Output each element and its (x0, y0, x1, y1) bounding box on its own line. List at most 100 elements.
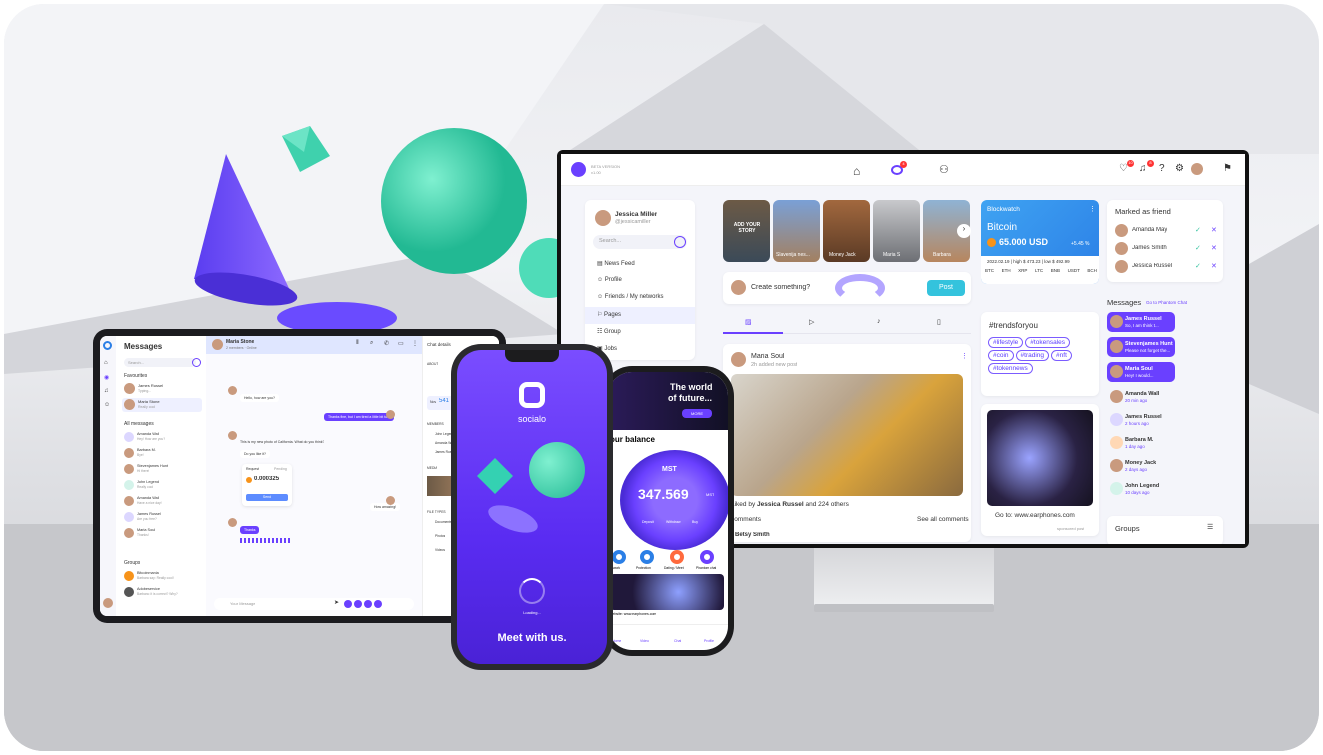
search-icon[interactable] (674, 236, 686, 248)
document-icon[interactable]: ▯ (937, 318, 941, 326)
tab-home[interactable]: Home (612, 639, 621, 643)
user-avatar[interactable] (1191, 163, 1203, 175)
gear-icon[interactable]: ⚙ (1175, 163, 1184, 174)
search-icon[interactable]: ⌕ (370, 340, 373, 347)
coin-bch[interactable]: BCH (1087, 268, 1097, 273)
decline-x-icon[interactable]: ✕ (1211, 226, 1217, 234)
message-input[interactable]: Your Message ➤ (214, 598, 414, 610)
tab-chat[interactable]: Chat (674, 639, 681, 643)
image-icon[interactable]: ▨ (745, 318, 752, 326)
user-avatar[interactable] (103, 598, 113, 608)
accept-check-icon[interactable]: ✓ (1195, 244, 1201, 252)
columns-icon[interactable]: ⦀ (356, 340, 359, 347)
message-item[interactable]: James Russel 2 hours ago (1107, 410, 1175, 430)
chat-item[interactable]: John Legend Really cool (122, 479, 202, 492)
chat-item[interactable]: Maria Soul Thanks! (122, 527, 202, 540)
message-item[interactable]: Barbara M. 1 day ago (1107, 433, 1175, 453)
action-buy[interactable]: Buy (692, 520, 698, 524)
message-item-active[interactable]: James Russel So, I am think t... (1107, 312, 1175, 332)
group-item[interactable]: Adobeservice Barbara: it is correct? Why? (122, 586, 202, 599)
chat-icon[interactable]: ◉ (104, 374, 109, 381)
trend-tag[interactable]: #lifestyle (988, 337, 1024, 348)
network-icon[interactable] (612, 550, 626, 564)
filter-icon[interactable]: ☰ (1207, 523, 1213, 531)
coin-usdt[interactable]: USDT (1068, 268, 1080, 273)
action-deposit[interactable]: Deposit (642, 520, 654, 524)
likes-name[interactable]: Jessica Russel (757, 501, 804, 508)
message-item[interactable]: John Legend 10 days ago (1107, 479, 1175, 499)
fav-item[interactable]: Maria Stone Really cool (122, 398, 202, 412)
more-icon[interactable]: ⋮ (412, 340, 418, 347)
story-card[interactable]: Slavenija nes... (773, 200, 820, 262)
trend-tag[interactable]: #tokensales (1025, 337, 1070, 348)
image-icon[interactable] (364, 600, 372, 608)
add-friend-icon[interactable]: ⚇ (939, 163, 949, 176)
decline-x-icon[interactable]: ✕ (1211, 262, 1217, 270)
trend-tag[interactable]: #trading (1015, 350, 1050, 361)
chat-item[interactable]: James Russel Are you free? (122, 511, 202, 524)
send-icon[interactable]: ➤ (334, 599, 339, 606)
menu-icon[interactable]: ⚑ (1223, 163, 1232, 174)
fav-item[interactable]: James Russel Typing... (122, 382, 202, 396)
crypto-options-icon[interactable]: ⋮ (1089, 205, 1096, 213)
tab-video[interactable]: Video (640, 639, 649, 643)
bell-icon[interactable]: ♫ (104, 388, 109, 394)
message-item[interactable]: Money Jack 2 days ago (1107, 456, 1175, 476)
post-photo[interactable] (731, 374, 963, 496)
video-icon[interactable]: ▷ (809, 318, 814, 326)
chat-item[interactable]: Stevenjames Hunt Hi there! (122, 463, 202, 476)
phone-icon[interactable]: ✆ (384, 340, 389, 347)
create-post-input[interactable]: Create something? (751, 284, 810, 291)
chat-item[interactable]: Amanda Wall Have a nice day! (122, 495, 202, 508)
menu-search-input[interactable]: Search... (593, 235, 687, 249)
group-item[interactable]: Bitcoinmania Barbara say: Really cool! (122, 570, 202, 583)
file-type[interactable]: Documents (435, 520, 452, 524)
profile-avatar[interactable] (595, 210, 611, 226)
user-icon[interactable]: ☺ (104, 402, 110, 408)
ad-caption[interactable]: Go to: www.earphones.com (995, 512, 1075, 519)
home-icon[interactable]: ⌂ (104, 360, 108, 366)
banner-more-button[interactable]: MORE (682, 409, 712, 418)
see-all-comments-link[interactable]: See all comments (917, 516, 969, 523)
chat-item[interactable]: Amanda Wall Hey! How are you? (122, 431, 202, 444)
coin-eth[interactable]: ETH (1002, 268, 1011, 273)
ad-image-earphones[interactable] (610, 574, 724, 610)
ad-line[interactable]: website: www.earphones.com (610, 612, 656, 616)
accept-check-icon[interactable]: ✓ (1195, 226, 1201, 234)
mic-icon[interactable] (374, 600, 382, 608)
coin-ltc[interactable]: LTC (1035, 268, 1043, 273)
menu-item-group[interactable]: ☷ Group (585, 324, 695, 341)
app-logo[interactable] (571, 162, 586, 177)
send-button[interactable]: Send (246, 494, 288, 501)
chat-search-input[interactable]: Search... (124, 358, 196, 367)
phantom-chat-link[interactable]: Go to Phantom Chat (1146, 300, 1187, 305)
ad-image-earphones[interactable] (987, 410, 1093, 506)
menu-item-profile[interactable]: ☺ Profile (585, 273, 695, 290)
post-author[interactable]: Maria Soul (751, 353, 784, 360)
video-call-icon[interactable]: ▭ (398, 340, 404, 347)
accept-check-icon[interactable]: ✓ (1195, 262, 1201, 270)
file-type[interactable]: Photos (435, 534, 445, 538)
trend-tag[interactable]: #coin (988, 350, 1014, 361)
coin-bnb[interactable]: BNB (1051, 268, 1060, 273)
search-icon[interactable] (192, 358, 201, 367)
mic-icon[interactable]: ♪ (877, 318, 881, 325)
decline-x-icon[interactable]: ✕ (1211, 244, 1217, 252)
message-item-active[interactable]: Maria Soul Hey! I would... (1107, 362, 1175, 382)
home-icon[interactable]: ⌂ (853, 164, 860, 178)
emoji-icon[interactable] (344, 600, 352, 608)
help-icon[interactable]: ? (1159, 163, 1165, 174)
protection-icon[interactable] (640, 550, 654, 564)
message-item[interactable]: Amanda Wall 20 min ago (1107, 387, 1175, 407)
menu-item-news-feed[interactable]: ▤ News Feed (585, 256, 695, 273)
file-type[interactable]: Videos (435, 548, 445, 552)
post-options-icon[interactable]: ⋮ (961, 352, 968, 360)
menu-item-pages[interactable]: ⚐ Pages (585, 307, 695, 324)
action-withdraw[interactable]: Withdraw (666, 520, 681, 524)
dating-icon[interactable] (670, 550, 684, 564)
post-button[interactable]: Post (927, 280, 965, 296)
stories-next-arrow-icon[interactable]: › (957, 224, 971, 238)
trend-tag[interactable]: #nft (1051, 350, 1072, 361)
coin-btc[interactable]: BTC (985, 268, 994, 273)
post-author-avatar[interactable] (731, 352, 746, 367)
